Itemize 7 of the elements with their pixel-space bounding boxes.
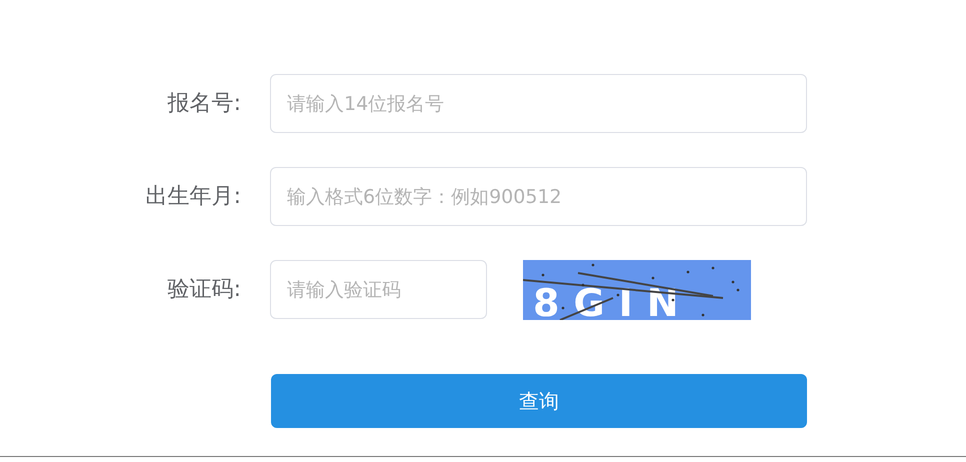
- submit-button[interactable]: 查询: [271, 374, 807, 428]
- input-field[interactable]: 输入格式6位数字：例如900512: [270, 167, 807, 226]
- field-label: 报名号:: [166, 90, 241, 118]
- field-label: 出生年月:: [144, 183, 241, 211]
- field-label: 验证码:: [166, 276, 241, 304]
- input-field[interactable]: 请输入验证码: [270, 260, 487, 319]
- input-field[interactable]: 请输入14位报名号: [270, 74, 807, 133]
